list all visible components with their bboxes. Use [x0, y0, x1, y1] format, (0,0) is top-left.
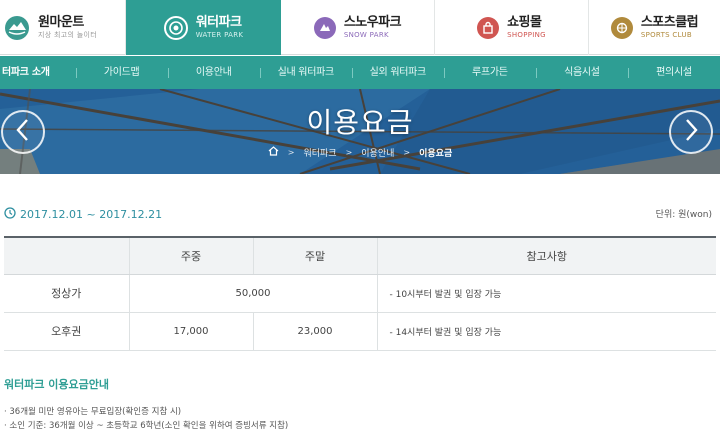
tab-shopping[interactable]: 쇼핑몰 SHOPPING	[435, 0, 589, 55]
tab-sports-club-label: 스포츠클럽	[640, 15, 699, 30]
breadcrumb-separator: >	[287, 148, 295, 157]
water-park-icon	[163, 15, 188, 40]
subnav-item-amenities[interactable]: 편의시설	[627, 56, 720, 89]
table-row: 오후권 17,000 23,000 - 14시부터 발권 및 입장 가능	[4, 312, 716, 351]
regular-price: 50,000	[128, 274, 377, 313]
tab-snow-park-sub: SNOW PARK	[343, 31, 389, 39]
period-text: 2017.12.01 ~ 2017.12.21	[20, 208, 163, 221]
list-item: · 36개월 미만 영유아는 무료입장(확인증 지참 시)	[4, 407, 182, 417]
subnav-item-indoor[interactable]: 실내 워터파크	[259, 56, 352, 89]
notice-title: 워터파크 이용요금안내	[4, 378, 110, 391]
table-row: 정상가 50,000 - 10시부터 발권 및 입장 가능	[4, 274, 716, 313]
tab-water-park-label: 워터파크	[195, 15, 242, 30]
table-header-row: 주중 주말 참고사항	[4, 236, 716, 275]
clock-icon	[4, 207, 16, 222]
tab-shopping-label: 쇼핑몰	[507, 15, 542, 30]
brand-one-mount[interactable]: 원마운트 지상 최고의 놀이터	[0, 0, 126, 55]
sports-club-icon	[610, 16, 633, 39]
home-icon[interactable]	[268, 146, 279, 159]
breadcrumb-current: 이용요금	[419, 149, 453, 159]
breadcrumb-separator: >	[403, 148, 411, 157]
subnav-item-guide-map[interactable]: 가이드맵	[75, 56, 168, 89]
breadcrumb-usage-info[interactable]: 이용안내	[361, 146, 394, 159]
breadcrumb-water-park[interactable]: 워터파크	[303, 146, 336, 159]
notice-list: · 36개월 미만 영유아는 무료입장(확인증 지참 시) · 소인 기준: 3…	[4, 405, 288, 432]
tab-water-park[interactable]: 워터파크 WATER PARK	[126, 0, 281, 55]
shopping-icon	[477, 16, 500, 39]
list-item: · 소인 기준: 36개월 이상 ~ 초등학교 6학년(소인 확인을 위하여 증…	[4, 421, 289, 431]
table-header-blank	[4, 236, 129, 275]
regular-note: - 10시부터 발권 및 입장 가능	[376, 274, 716, 313]
subnav-item-roof-garden[interactable]: 루프가든	[443, 56, 536, 89]
afternoon-weekday-price: 17,000	[128, 312, 253, 351]
table-header-notes: 참고사항	[376, 236, 716, 275]
page-title: 이용요금	[306, 106, 414, 139]
one-mount-logo-icon	[4, 15, 30, 41]
tab-snow-park[interactable]: 스노우파크 SNOW PARK	[281, 0, 435, 55]
brand-name: 원마운트	[38, 15, 84, 30]
subnav-item-usage-info[interactable]: 이용안내	[167, 56, 260, 89]
brand-tagline: 지상 최고의 놀이터	[38, 31, 97, 39]
afternoon-note: - 14시부터 발권 및 입장 가능	[376, 312, 716, 351]
tab-sports-club-sub: SPORTS CLUB	[640, 31, 692, 39]
tab-water-park-sub: WATER PARK	[195, 31, 244, 39]
subnav-item-intro[interactable]: 터파크 소개	[0, 56, 76, 89]
subnav-item-dining[interactable]: 식음시설	[535, 56, 628, 89]
tab-snow-park-label: 스노우파크	[343, 15, 402, 30]
subnav-item-outdoor[interactable]: 실외 워터파크	[351, 56, 444, 89]
table-header-weekday: 주중	[128, 236, 253, 275]
table-header-weekend: 주말	[252, 236, 377, 275]
price-period: 2017.12.01 ~ 2017.12.21	[4, 207, 162, 222]
snow-park-icon	[313, 16, 336, 39]
afternoon-weekend-price: 23,000	[252, 312, 377, 351]
breadcrumb-separator: >	[345, 148, 353, 157]
tab-sports-club[interactable]: 스포츠클럽 SPORTS CLUB	[589, 0, 720, 55]
tab-shopping-sub: SHOPPING	[507, 31, 546, 39]
top-brand-nav: 원마운트 지상 최고의 놀이터 워터파크 WATER PARK 스노우파크 SN…	[0, 0, 720, 55]
row-label-afternoon: 오후권	[4, 312, 129, 351]
price-unit: 단위: 원(won)	[655, 210, 712, 220]
row-label-regular: 정상가	[4, 274, 129, 313]
hero-banner: 이용요금 > 워터파크 > 이용안내 > 이용요금	[0, 89, 720, 174]
water-park-sub-nav: 터파크 소개 가이드맵 이용안내 실내 워터파크 실외 워터파크 루프가든 식음…	[0, 56, 720, 89]
breadcrumb: > 워터파크 > 이용안내 > 이용요금	[0, 146, 720, 159]
price-table: 주중 주말 참고사항 정상가 50,000 - 10시부터 발권 및 입장 가능…	[4, 236, 716, 351]
